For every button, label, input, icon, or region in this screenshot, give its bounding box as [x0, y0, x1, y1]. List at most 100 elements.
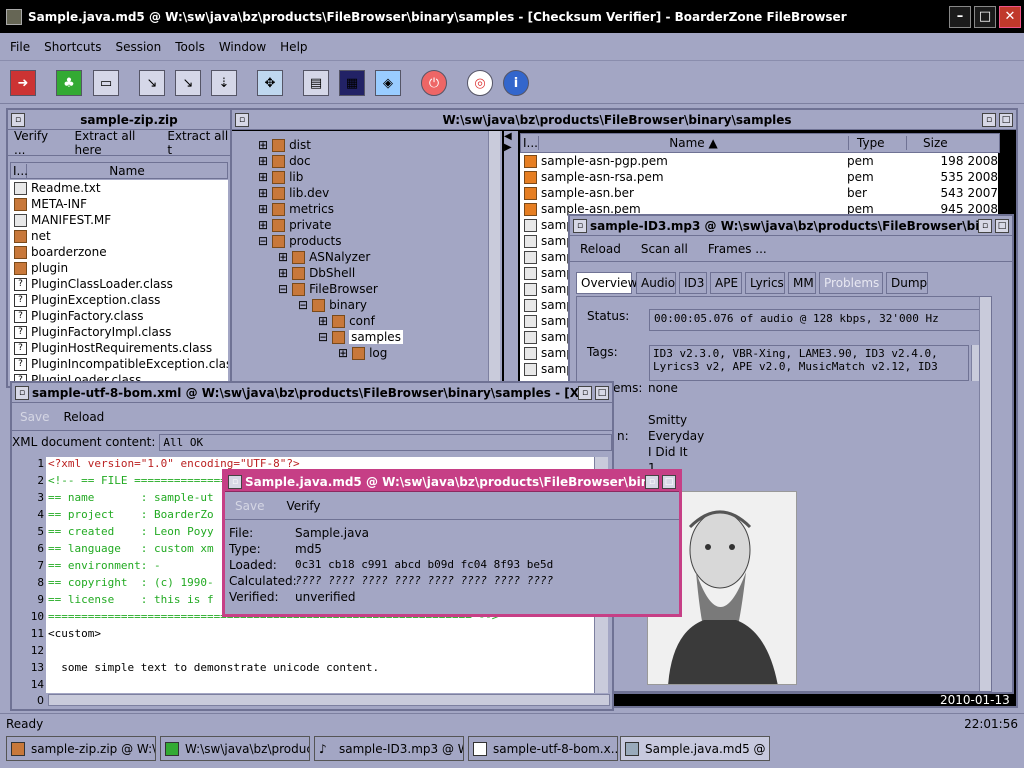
id3-maximize-icon[interactable]: □	[995, 218, 1009, 233]
id3-scrollbar[interactable]	[979, 297, 991, 691]
id3-window-menu-icon[interactable]: ▫	[573, 218, 587, 233]
table-row[interactable]: samp	[520, 361, 570, 377]
extract-to-button[interactable]: Extract all t	[167, 129, 230, 157]
expand-icon[interactable]: ⊞	[258, 170, 268, 184]
collapse-icon[interactable]: ⊟	[298, 298, 308, 312]
col-name[interactable]: Name ▲	[539, 136, 849, 150]
table-row[interactable]: sample-asn-pgp.pem pem 198 2008	[520, 153, 998, 169]
expand-icon[interactable]: ⊞	[258, 202, 268, 216]
window-out-icon[interactable]: ↘	[175, 70, 201, 96]
tree-node[interactable]: ⊞ conf	[318, 313, 488, 329]
table-row[interactable]: samp	[520, 329, 570, 345]
xml-window-menu-icon[interactable]: ▫	[15, 385, 29, 400]
menu-file[interactable]: File	[10, 40, 30, 54]
tree-node[interactable]: ⊞ log	[338, 345, 488, 361]
task-xml[interactable]: sample-utf-8-bom.x...	[468, 736, 618, 761]
verify-button[interactable]: Verify ...	[14, 129, 59, 157]
table-row[interactable]: samp	[520, 281, 570, 297]
expand-icon[interactable]: ⊞	[278, 266, 288, 280]
table-row[interactable]: samp	[520, 313, 570, 329]
md5-window-menu-icon[interactable]: ▫	[228, 474, 242, 489]
maximize-button[interactable]: □	[974, 5, 996, 28]
list-item[interactable]: plugin	[10, 260, 228, 276]
expand-icon[interactable]: ⊞	[258, 218, 268, 232]
list-item[interactable]: ? PluginHostRequirements.class	[10, 340, 228, 356]
list-item[interactable]: META-INF	[10, 196, 228, 212]
menu-session[interactable]: Session	[115, 40, 161, 54]
network-icon[interactable]: ✥	[257, 70, 283, 96]
reload-button[interactable]: Reload	[63, 410, 104, 424]
collapse-icon[interactable]: ⊟	[258, 234, 268, 248]
collapse-icon[interactable]: ⊟	[278, 282, 288, 296]
list-item[interactable]: Readme.txt	[10, 180, 228, 196]
xml-maximize-icon[interactable]: □	[595, 385, 609, 400]
list-item[interactable]: ? PluginFactory.class	[10, 308, 228, 324]
md5-minimize-icon[interactable]: ▫	[645, 474, 659, 489]
col-type[interactable]: Type	[849, 136, 907, 150]
save-button[interactable]: Save	[20, 410, 49, 424]
close-button[interactable]: ✕	[999, 5, 1021, 28]
verify-button[interactable]: Verify	[286, 499, 320, 513]
tab-lyrics[interactable]: Lyrics	[745, 272, 785, 294]
id3-minimize-icon[interactable]: ▫	[978, 218, 992, 233]
task-md5[interactable]: Sample.java.md5 @ ...	[620, 736, 770, 761]
xml-minimize-icon[interactable]: ▫	[578, 385, 592, 400]
lifebuoy-icon[interactable]: ◎	[467, 70, 493, 96]
table-row[interactable]: samp	[520, 233, 570, 249]
list-item[interactable]: ? PluginIncompatibleException.class	[10, 356, 228, 372]
list-item[interactable]: ? PluginClassLoader.class	[10, 276, 228, 292]
expand-right-icon[interactable]: ▶	[504, 142, 518, 153]
expand-icon[interactable]: ⊞	[318, 314, 328, 328]
window-icon[interactable]: ▭	[93, 70, 119, 96]
palette-icon[interactable]: ▦	[339, 70, 365, 96]
table-row[interactable]: samp	[520, 297, 570, 313]
expand-icon[interactable]: ⊞	[258, 138, 268, 152]
hscroll-track[interactable]	[48, 694, 610, 706]
md5-maximize-icon[interactable]: □	[662, 474, 676, 489]
tree-node[interactable]: ⊞ DbShell	[278, 265, 488, 281]
box-icon[interactable]: ◈	[375, 70, 401, 96]
tree-node[interactable]: ⊞ lib	[258, 169, 488, 185]
menu-help[interactable]: Help	[280, 40, 307, 54]
tab-ape[interactable]: APE	[710, 272, 742, 294]
tree-node[interactable]: ⊟ products	[258, 233, 488, 249]
list-item[interactable]: MANIFEST.MF	[10, 212, 228, 228]
browser-window-menu-icon[interactable]: ▫	[235, 112, 249, 127]
task-id3[interactable]: ♪sample-ID3.mp3 @ W...	[314, 736, 464, 761]
zip-col-index[interactable]: I...	[11, 163, 28, 178]
list-item[interactable]: ? PluginException.class	[10, 292, 228, 308]
task-zip[interactable]: sample-zip.zip @ W:\...	[6, 736, 156, 761]
tree-node[interactable]: ⊟ binary	[298, 297, 488, 313]
frames-button[interactable]: Frames ...	[708, 242, 767, 256]
table-row[interactable]: samp	[520, 217, 570, 233]
minimize-button[interactable]: –	[949, 5, 971, 28]
exit-icon[interactable]: ➜	[10, 70, 36, 96]
task-browser[interactable]: W:\sw\java\bz\produc...	[160, 736, 310, 761]
scan-all-button[interactable]: Scan all	[641, 242, 688, 256]
tree-node[interactable]: ⊞ doc	[258, 153, 488, 169]
tree-node[interactable]: ⊞ private	[258, 217, 488, 233]
tree-node[interactable]: ⊞ lib.dev	[258, 185, 488, 201]
window-down-icon[interactable]: ⇣	[211, 70, 237, 96]
expand-icon[interactable]: ⊞	[258, 154, 268, 168]
tree-node[interactable]: ⊟ FileBrowser	[278, 281, 488, 297]
zip-window-menu-icon[interactable]: ▫	[11, 112, 25, 127]
tab-mm[interactable]: MM	[788, 272, 816, 294]
reload-button[interactable]: Reload	[580, 242, 621, 256]
tab-overview[interactable]: Overview	[576, 272, 638, 294]
extract-here-button[interactable]: Extract all here	[75, 129, 158, 157]
menu-window[interactable]: Window	[219, 40, 266, 54]
save-button[interactable]: Save	[235, 499, 264, 513]
power-icon[interactable]: ⏻	[421, 70, 447, 96]
zip-col-name[interactable]: Name	[27, 164, 227, 178]
table-row[interactable]: sample-asn.ber ber 543 2007	[520, 185, 998, 201]
tree-node[interactable]: ⊞ metrics	[258, 201, 488, 217]
expand-icon[interactable]: ⊞	[278, 250, 288, 264]
table-row[interactable]: samp	[520, 265, 570, 281]
table-row[interactable]: samp	[520, 345, 570, 361]
table-row[interactable]: samp	[520, 249, 570, 265]
table-row[interactable]: sample-asn-rsa.pem pem 535 2008	[520, 169, 998, 185]
col-index[interactable]: I...	[521, 136, 539, 150]
col-size[interactable]: Size	[907, 136, 999, 150]
info-icon[interactable]: i	[503, 70, 529, 96]
